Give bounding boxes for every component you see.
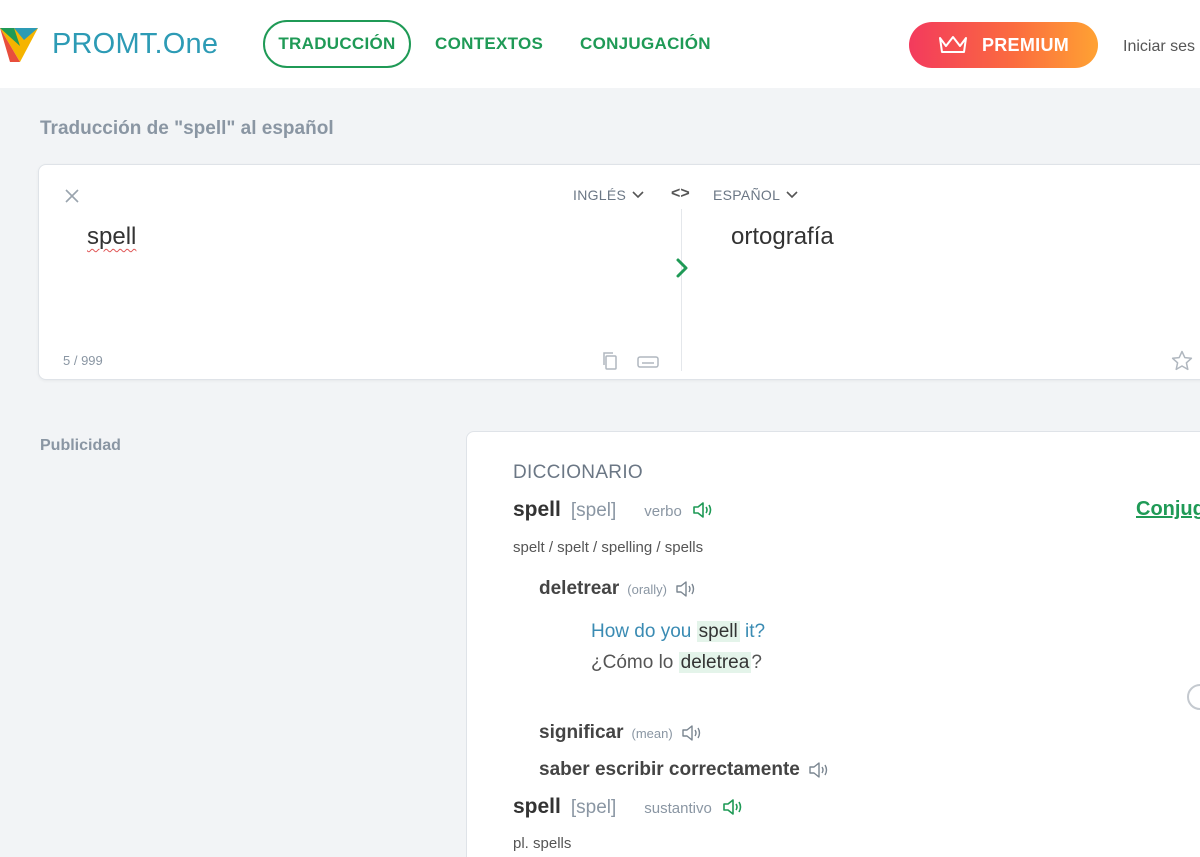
headword: spell <box>513 795 561 818</box>
page-title: Traducción de "spell" al español <box>40 118 334 139</box>
example-translation: ¿Cómo lo deletrea? <box>591 652 762 673</box>
star-icon[interactable] <box>1170 349 1194 373</box>
speaker-icon[interactable] <box>722 798 744 816</box>
transcription: [spel] <box>570 797 617 818</box>
translate-arrow-icon[interactable] <box>673 257 691 279</box>
translation-output: ortografía <box>731 223 834 250</box>
tab-contextos[interactable]: CONTEXTOS <box>435 20 543 68</box>
character-counter: 5 / 999 <box>63 353 103 368</box>
login-link[interactable]: Iniciar ses <box>1123 38 1195 56</box>
logo-text: PROMT.One <box>52 27 219 60</box>
translation-item: deletrear (orally) <box>539 578 697 600</box>
ad-label: Publicidad <box>40 437 121 454</box>
panel-divider <box>681 209 682 371</box>
translation-item: saber escribir correctamente <box>539 759 830 781</box>
translation-word[interactable]: significar <box>539 722 623 744</box>
dictionary-panel: DICCIONARIO Conjug spell [spel] verbo sp… <box>466 431 1200 857</box>
crown-icon <box>938 36 967 53</box>
translation-note: (mean) <box>631 726 673 741</box>
word-forms: pl. spells <box>513 835 572 852</box>
entry-head: spell [spel] sustantivo <box>513 795 744 819</box>
part-of-speech: verbo <box>644 503 682 520</box>
source-language-label: INGLÉS <box>573 187 627 203</box>
premium-label: PREMIUM <box>981 34 1070 55</box>
source-language-select[interactable]: INGLÉS <box>573 187 644 203</box>
chevron-down-icon <box>632 191 644 199</box>
swap-languages-button[interactable]: <> <box>671 185 690 203</box>
chevron-down-icon <box>786 191 798 199</box>
logo[interactable]: PROMT.One <box>0 22 218 66</box>
translation-word[interactable]: deletrear <box>539 578 619 600</box>
word-forms: spelt / spelt / spelling / spells <box>513 539 704 556</box>
close-icon[interactable] <box>63 187 81 205</box>
translator-panel: INGLÉS <> ESPAÑOL spell ortografía 5 / 9… <box>38 164 1200 380</box>
transcription: [spel] <box>570 500 617 521</box>
speaker-icon[interactable] <box>692 501 714 519</box>
speaker-icon[interactable] <box>681 724 703 742</box>
tab-traduccion[interactable]: TRADUCCIÓN <box>263 20 411 68</box>
premium-button[interactable]: PREMIUM <box>909 22 1098 68</box>
target-language-label: ESPAÑOL <box>713 187 781 203</box>
part-of-speech: sustantivo <box>644 800 712 817</box>
speaker-icon[interactable] <box>808 761 830 779</box>
scroll-indicator[interactable] <box>1187 684 1200 710</box>
headword: spell <box>513 498 561 521</box>
translation-note: (orally) <box>627 582 668 597</box>
promt-logo-icon <box>0 28 38 62</box>
conjugation-link[interactable]: Conjug <box>1136 498 1200 521</box>
entry-head: spell [spel] verbo <box>513 498 714 522</box>
keyboard-icon[interactable] <box>637 355 659 369</box>
translation-word[interactable]: saber escribir correctamente <box>539 759 800 781</box>
source-text-input[interactable]: spell <box>87 223 136 251</box>
top-header: PROMT.One TRADUCCIÓN CONTEXTOS CONJUGACI… <box>0 0 1200 88</box>
translation-item: significar (mean) <box>539 722 703 744</box>
speaker-icon[interactable] <box>675 580 697 598</box>
dictionary-title: DICCIONARIO <box>513 462 643 483</box>
target-language-select[interactable]: ESPAÑOL <box>713 187 798 203</box>
example-source: How do you spell it? <box>591 621 766 642</box>
tab-conjugacion[interactable]: CONJUGACIÓN <box>580 20 711 68</box>
copy-icon[interactable] <box>601 351 619 371</box>
